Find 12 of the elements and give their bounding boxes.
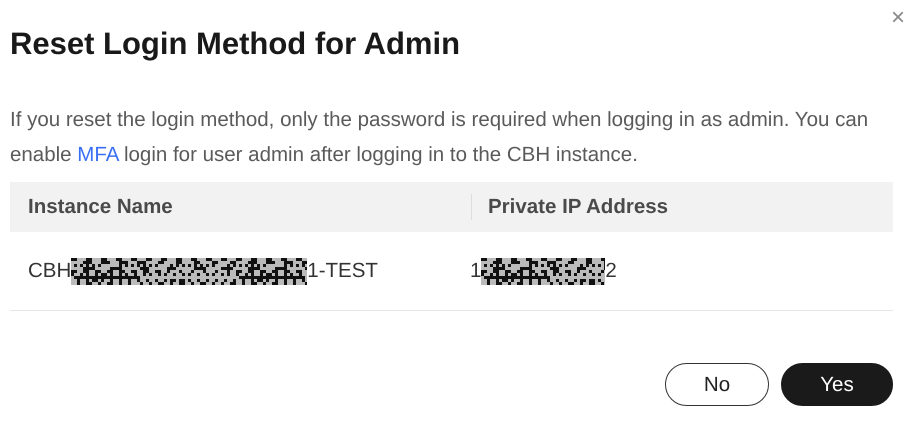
table-cell: 2 (605, 259, 617, 283)
yes-button[interactable]: Yes (781, 363, 893, 406)
dialog-title: Reset Login Method for Admin (10, 25, 462, 62)
mfa-link[interactable]: MFA (77, 143, 118, 166)
table-cell: 1 (470, 259, 482, 283)
table-cell: CBH (28, 259, 72, 283)
column-header: Instance Name (28, 195, 173, 219)
column-header: Private IP Address (488, 195, 668, 219)
close-icon[interactable]: × (890, 6, 905, 30)
dialog-message: If you reset the login method, only the password is required when logging in as admin. You can enable MFA login for user admin after logging in to the CBH instance. (10, 107, 870, 168)
table-cell: 1-TEST (307, 259, 378, 283)
no-button[interactable]: No (665, 363, 769, 406)
